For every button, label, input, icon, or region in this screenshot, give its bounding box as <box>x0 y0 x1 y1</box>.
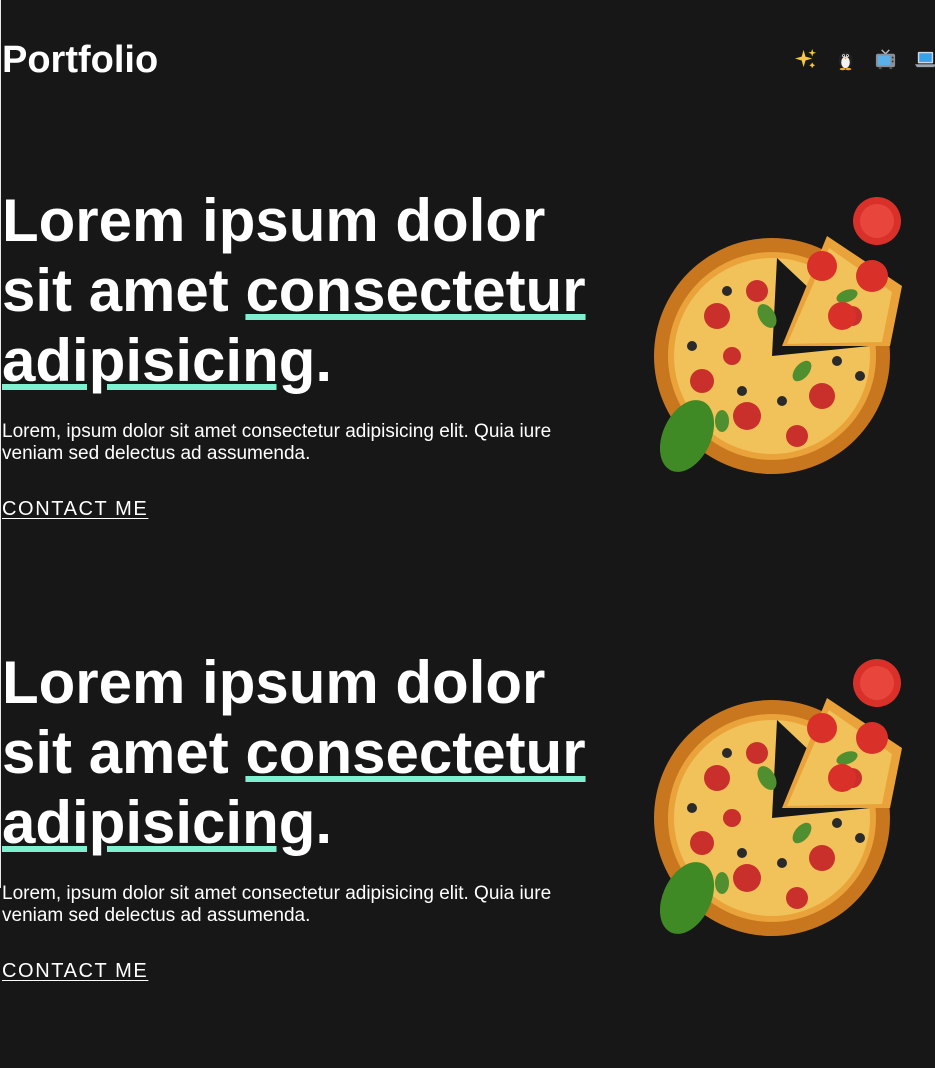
hero-description: Lorem, ipsum dolor sit amet consectetur … <box>2 421 552 464</box>
headline-period: . <box>315 327 333 394</box>
page-left-border <box>0 0 1 888</box>
contact-me-link[interactable]: CONTACT ME <box>2 498 148 521</box>
brand-title[interactable]: Portfolio <box>2 36 158 84</box>
site-header: Portfolio <box>2 36 935 84</box>
sparkles-icon[interactable] <box>794 48 817 71</box>
headline-highlight: adipisicing <box>2 327 316 394</box>
pizza-image <box>654 659 902 936</box>
hero-description: Lorem, ipsum dolor sit amet consectetur … <box>2 883 552 926</box>
penguin-icon[interactable] <box>834 48 857 71</box>
hero-section-2: Lorem ipsum dolor sit amet consectetur a… <box>2 648 935 1068</box>
headline-highlight: consectetur <box>245 719 586 786</box>
top-nav <box>794 48 935 71</box>
hero-headline: Lorem ipsum dolor sit amet consectetur a… <box>2 186 602 396</box>
laptop-icon[interactable] <box>914 48 935 71</box>
hero-section-1: Lorem ipsum dolor sit amet consectetur a… <box>2 186 935 606</box>
pizza-image <box>654 197 902 474</box>
contact-me-link[interactable]: CONTACT ME <box>2 960 148 983</box>
headline-highlight: adipisicing <box>2 789 316 856</box>
headline-highlight: consectetur <box>245 257 586 324</box>
headline-period: . <box>315 789 333 856</box>
hero-headline: Lorem ipsum dolor sit amet consectetur a… <box>2 648 602 858</box>
television-icon[interactable] <box>874 48 897 71</box>
